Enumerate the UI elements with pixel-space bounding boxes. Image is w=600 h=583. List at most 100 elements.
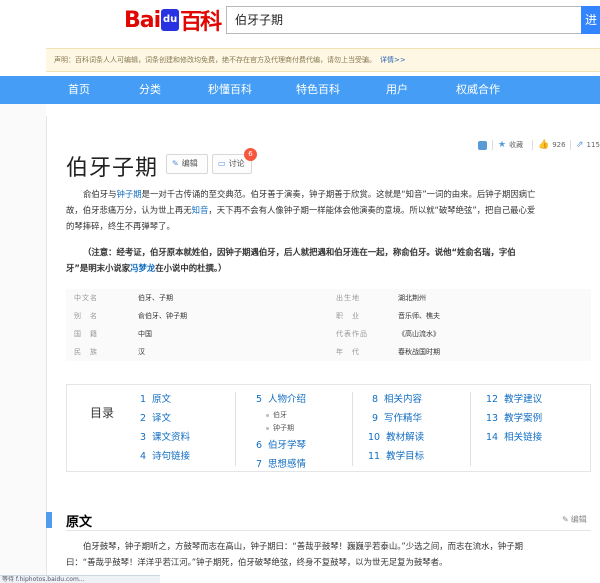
link-zhiyin[interactable]: 知音 (192, 205, 209, 215)
add-icon-tool[interactable] (478, 138, 490, 152)
toc-label: 诗句链接 (152, 451, 191, 462)
toc-num: 4 (140, 451, 147, 462)
nav-item-category[interactable]: 分类 (139, 76, 161, 104)
toc-item[interactable]: 12 教学建议 (486, 392, 542, 408)
page-title: 伯牙子期 (66, 156, 159, 181)
baidu-baike-logo[interactable]: Bai du 百科 (124, 6, 222, 36)
nav-item-user[interactable]: 用户 (386, 76, 408, 104)
toc-num: 7 (256, 459, 263, 470)
toc-item[interactable]: 1 原文 (140, 392, 171, 408)
edit-button[interactable]: ✎ 编辑 (166, 154, 208, 174)
info-label: 职 业 (336, 312, 360, 320)
link-zhongziqi[interactable]: 钟子期 (117, 189, 142, 199)
discuss-label: 讨论 (228, 159, 245, 168)
toc-item[interactable]: 8 相关内容 (372, 392, 422, 408)
tool-divider (532, 140, 533, 150)
toc-item[interactable]: 5 人物介绍 (256, 392, 306, 408)
info-row: 国 籍 中国 代表作品 《高山流水》 (0, 325, 600, 343)
toc-num: 12 (486, 394, 499, 405)
collect-button[interactable]: ★ 收藏 (498, 138, 523, 152)
toc-label: 译文 (152, 413, 172, 424)
pencil-icon: ✎ (562, 515, 569, 524)
nav-item-featured[interactable]: 特色百科 (296, 76, 340, 104)
info-value: 湖北荆州 (398, 294, 426, 302)
summary-text: 俞伯牙与 (83, 189, 117, 199)
info-label: 别 名 (74, 312, 98, 320)
nav-item-video[interactable]: 秒懂百科 (208, 76, 252, 104)
toc-item[interactable]: 13 教学案例 (486, 411, 542, 427)
summary-text: ，天下再不会有人像钟子期一样能体会他演奏的意境。所以就“破琴绝弦”，把自己最心爱 (208, 205, 536, 215)
logo-text-bai: Bai (124, 7, 161, 33)
toc-num: 10 (368, 432, 381, 443)
edit-label: 编辑 (181, 159, 198, 168)
main-nav: 首页 分类 秒懂百科 特色百科 用户 权威合作 (0, 76, 600, 104)
toc-item[interactable]: 11 教学目标 (368, 449, 424, 465)
toc-num: 8 (372, 394, 379, 405)
collect-label: 收藏 (509, 141, 524, 149)
summary-line-3: 的琴摔碎，终生不再弹琴了。 (66, 221, 175, 231)
toc-subitem[interactable]: 钟子期 (266, 422, 294, 434)
toc-num: 3 (140, 432, 147, 443)
toc-item[interactable]: 9 写作精华 (372, 411, 422, 427)
section-edit-label: 编辑 (570, 515, 587, 524)
info-label: 出生地 (336, 294, 360, 302)
section-edit-button[interactable]: ✎ 编辑 (562, 514, 587, 525)
toc-item[interactable]: 4 诗句链接 (140, 449, 190, 465)
search-input[interactable]: 伯牙子期 (226, 6, 582, 34)
info-value: 《高山流水》 (398, 330, 440, 338)
info-value: 俞伯牙、钟子期 (138, 312, 187, 320)
disclaimer-notice: 声明：百科词条人人可编辑，词条创建和修改均免费，绝不存在官方及代理商付费代编，请… (46, 48, 600, 72)
info-value: 春秋战国时期 (398, 348, 440, 356)
toc-title: 目录 (90, 406, 115, 420)
toc-label: 教学案例 (504, 413, 543, 424)
info-label: 民 族 (74, 348, 98, 356)
share-button[interactable]: ⇗ 115 (576, 138, 600, 152)
info-value: 汉 (138, 348, 145, 356)
notice-text: 声明：百科词条人人可编辑，词条创建和修改均免费，绝不存在官方及代理商付费代编，请… (54, 56, 376, 64)
info-value: 伯牙、子期 (138, 294, 173, 302)
info-label: 年 代 (336, 348, 360, 356)
info-row: 民 族 汉 年 代 春秋战国时期 (0, 343, 600, 361)
header: Bai du 百科 伯牙子期 进 (0, 0, 600, 42)
search-button[interactable]: 进 (581, 6, 600, 34)
toc-divider (352, 392, 353, 466)
section-marker (46, 512, 52, 528)
note-line-1: （注意：经考证，伯牙原本就姓伯，因钟子期遇伯牙，后人就把遇和伯牙连在一起，称俞伯… (83, 247, 516, 257)
toc-label: 写作精华 (384, 413, 423, 424)
pencil-icon: ✎ (172, 159, 179, 168)
status-bar: 等待 f.hiphotos.baidu.com… (0, 575, 160, 583)
toc-item[interactable]: 2 译文 (140, 411, 171, 427)
info-label: 代表作品 (336, 330, 368, 338)
toc-num: 1 (140, 394, 147, 405)
toc-num: 11 (368, 451, 381, 462)
toc-item[interactable]: 6 伯牙学琴 (256, 438, 306, 454)
toc-num: 9 (372, 413, 379, 424)
nav-item-home[interactable]: 首页 (68, 76, 90, 104)
like-button[interactable]: 👍 926 (538, 138, 566, 152)
toc-item[interactable]: 7 思想感情 (256, 457, 306, 473)
toc-item[interactable]: 14 相关链接 (486, 430, 542, 446)
thumb-up-icon: 👍 (538, 140, 550, 150)
tool-divider (570, 140, 571, 150)
share-icon: ⇗ (576, 140, 584, 150)
nav-item-partner[interactable]: 权威合作 (456, 76, 500, 104)
note-text: 牙”是明末小说家 (66, 263, 131, 273)
toc-num: 14 (486, 432, 499, 443)
notice-more-link[interactable]: 详情>> (380, 56, 406, 64)
toc-label: 伯牙学琴 (268, 440, 307, 451)
like-count: 926 (552, 141, 566, 149)
paw-icon: du (161, 9, 180, 31)
info-label: 国 籍 (74, 330, 98, 338)
logo-text-baike: 百科 (180, 10, 222, 35)
toc-item[interactable]: 10 教材解读 (368, 430, 424, 446)
toc-item[interactable]: 3 课文资料 (140, 430, 190, 446)
link-fengmenglong[interactable]: 冯梦龙 (130, 263, 155, 273)
info-value: 音乐师、樵夫 (398, 312, 440, 320)
summary-line-2: 故，伯牙悲痛万分，认为世上再无知音，天下再不会有人像钟子期一样能体会他演奏的意境… (66, 202, 592, 218)
discuss-count-badge: 6 (244, 148, 257, 161)
toc-subitem[interactable]: 伯牙 (266, 409, 287, 421)
section-line-2: 曰：“善哉乎鼓琴！洋洋乎若江河。”钟子期死，伯牙破琴绝弦，终身不复鼓琴，以为世无… (66, 557, 448, 567)
section-title: 原文 (66, 515, 93, 530)
toc-divider (470, 392, 471, 466)
toc-num: 6 (256, 440, 263, 451)
